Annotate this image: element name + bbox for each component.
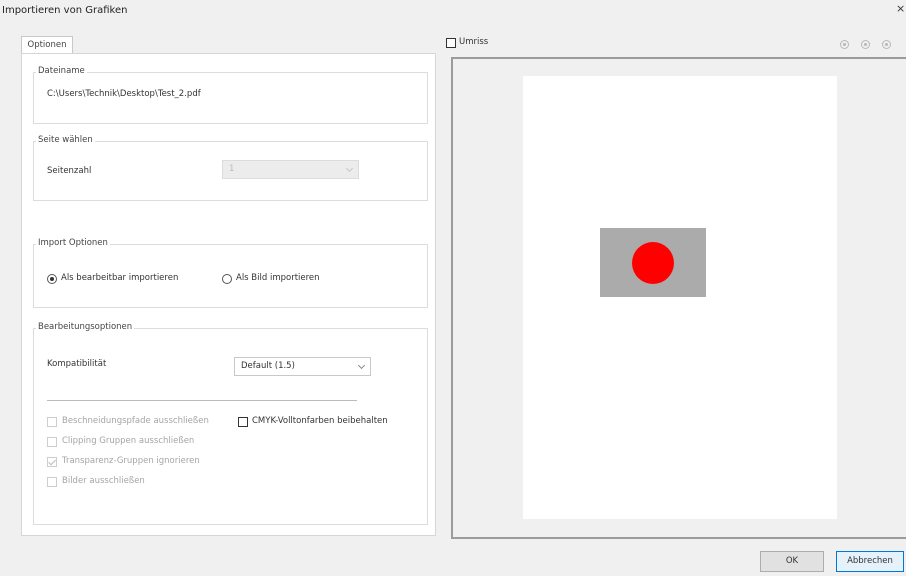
checkbox-clipping-groups[interactable]: [47, 437, 57, 447]
checkbox-exclude-images-label[interactable]: Bilder ausschließen: [62, 476, 145, 486]
checkbox-clipping-groups-label[interactable]: Clipping Gruppen ausschließen: [62, 436, 194, 446]
radio-editable[interactable]: [47, 274, 57, 284]
import-group-legend: Import Optionen: [36, 238, 110, 248]
preview-graphic-circle: [632, 242, 674, 284]
compat-select[interactable]: Default (1.5): [234, 357, 371, 376]
page-select[interactable]: 1: [222, 160, 359, 179]
file-path: C:\Users\Technik\Desktop\Test_2.pdf: [47, 89, 201, 99]
checkbox-cmyk-spot[interactable]: [238, 417, 248, 427]
page-select-value: 1: [229, 164, 235, 174]
checkbox-transparency-groups[interactable]: [47, 457, 57, 467]
edit-divider: [47, 400, 357, 401]
preview-page: [523, 76, 837, 519]
zoom-in-icon[interactable]: [840, 40, 849, 49]
zoom-out-glyph: [864, 43, 867, 46]
window-title: Importieren von Grafiken: [2, 5, 128, 16]
chevron-down-icon: [345, 164, 354, 173]
radio-image[interactable]: [222, 274, 232, 284]
radio-image-label[interactable]: Als Bild importieren: [236, 273, 320, 283]
ok-button[interactable]: OK: [760, 551, 824, 572]
checkbox-transparency-groups-label[interactable]: Transparenz-Gruppen ignorieren: [62, 456, 200, 466]
radio-selected-dot: [50, 277, 54, 281]
import-group: Import Optionen Als bearbeitbar importie…: [33, 238, 428, 308]
checkbox-outline-label[interactable]: Umriss: [459, 37, 488, 47]
file-group: Dateiname C:\Users\Technik\Desktop\Test_…: [33, 66, 428, 124]
zoom-out-icon[interactable]: [861, 40, 870, 49]
zoom-in-glyph: [843, 43, 846, 46]
cancel-button[interactable]: Abbrechen: [836, 551, 904, 572]
tab-optionen[interactable]: Optionen: [21, 36, 73, 54]
checkbox-cmyk-spot-label[interactable]: CMYK-Volltonfarben beibehalten: [252, 416, 388, 426]
page-group: Seite wählen Seitenzahl 1: [33, 135, 428, 201]
compat-select-value: Default (1.5): [241, 361, 295, 371]
checkbox-outline[interactable]: [446, 38, 456, 48]
close-icon[interactable]: ×: [896, 3, 905, 15]
checkbox-exclude-images[interactable]: [47, 477, 57, 487]
chevron-down-icon: [357, 361, 366, 370]
checkbox-clipping-paths[interactable]: [47, 417, 57, 427]
zoom-fit-glyph: [885, 43, 888, 46]
file-group-legend: Dateiname: [36, 66, 87, 76]
edit-group: Bearbeitungsoptionen Kompatibilität Defa…: [33, 322, 428, 525]
check-icon: [48, 457, 56, 466]
page-group-legend: Seite wählen: [36, 135, 95, 145]
page-count-label: Seitenzahl: [47, 166, 92, 176]
radio-editable-label[interactable]: Als bearbeitbar importieren: [61, 273, 178, 283]
zoom-fit-icon[interactable]: [882, 40, 891, 49]
checkbox-clipping-paths-label[interactable]: Beschneidungspfade ausschließen: [62, 416, 209, 426]
edit-group-legend: Bearbeitungsoptionen: [36, 322, 135, 332]
compat-label: Kompatibilität: [47, 359, 107, 369]
options-panel: Dateiname C:\Users\Technik\Desktop\Test_…: [21, 53, 436, 536]
